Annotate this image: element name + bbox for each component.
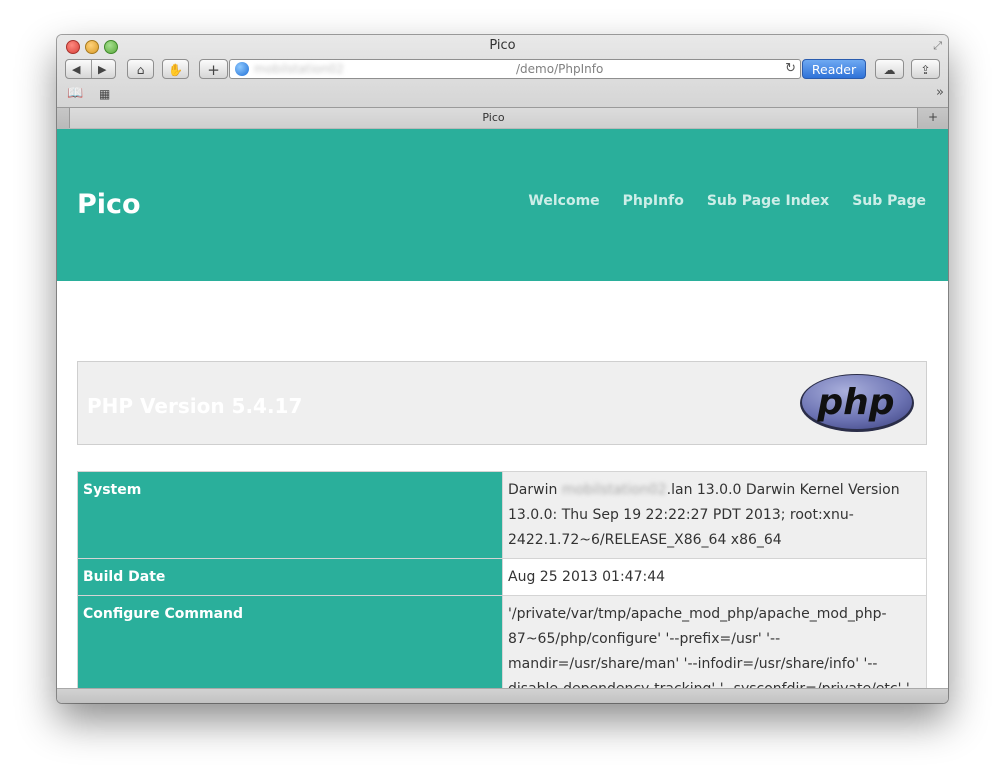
table-row: Configure Command '/private/var/tmp/apac… [77, 595, 927, 689]
php-version-banner: PHP Version 5.4.17 php [77, 361, 927, 445]
row-key: Build Date [77, 558, 503, 596]
fullscreen-icon[interactable]: ⤢ [933, 39, 942, 53]
nav-link-sub-page[interactable]: Sub Page [852, 193, 926, 209]
site-logo[interactable]: Pico [77, 189, 141, 220]
php-logo-text: php [816, 382, 894, 423]
plus-icon: + [207, 61, 220, 79]
reading-list-icon[interactable]: 📖 [67, 86, 83, 101]
cloud-icon: ☁ [883, 63, 896, 77]
share-icon: ⇪ [920, 63, 931, 77]
hand-icon: ✋ [168, 63, 183, 77]
window-title: Pico [489, 38, 516, 53]
browser-chrome: Pico ⤢ ◀ ▶ ⌂ ✋ + mobilstation02 /demo/Ph… [57, 35, 948, 129]
url-host: mobilstation02 [254, 62, 344, 76]
php-version-title: PHP Version 5.4.17 [87, 394, 303, 418]
reader-button[interactable]: Reader [802, 59, 866, 79]
page-viewport: Pico Welcome PhpInfo Sub Page Index Sub … [57, 129, 948, 689]
icloud-tabs-button[interactable]: ☁ [875, 59, 904, 79]
row-value: Darwin mobilstation02.lan 13.0.0 Darwin … [502, 471, 927, 559]
home-icon: ⌂ [136, 63, 145, 77]
phpinfo-table: System Darwin mobilstation02.lan 13.0.0 … [77, 471, 927, 689]
horizontal-scrollbar[interactable] [57, 688, 948, 703]
forward-icon[interactable]: ▶ [98, 60, 106, 80]
site-header: Pico Welcome PhpInfo Sub Page Index Sub … [57, 129, 948, 281]
site-nav: Welcome PhpInfo Sub Page Index Sub Page [528, 193, 926, 209]
add-bookmark-button[interactable]: + [199, 59, 228, 79]
reload-icon[interactable]: ↻ [785, 61, 796, 76]
nav-link-welcome[interactable]: Welcome [528, 193, 599, 209]
top-sites-icon[interactable]: ▦ [99, 87, 110, 101]
row-key: Configure Command [77, 595, 503, 689]
php-logo: php [800, 374, 914, 432]
more-bookmarks-icon[interactable]: » [936, 85, 944, 100]
table-row: System Darwin mobilstation02.lan 13.0.0 … [77, 471, 927, 559]
table-row: Build Date Aug 25 2013 01:47:44 [77, 558, 927, 596]
back-icon[interactable]: ◀ [72, 60, 80, 80]
tab-pico[interactable]: Pico [69, 108, 918, 128]
back-forward-control: ◀ ▶ [65, 59, 116, 79]
new-tab-icon[interactable]: + [928, 110, 938, 124]
address-bar[interactable]: mobilstation02 /demo/PhpInfo ↻ [229, 59, 801, 79]
row-value: '/private/var/tmp/apache_mod_php/apache_… [502, 595, 927, 689]
row-key: System [77, 471, 503, 559]
home-button[interactable]: ⌂ [127, 59, 154, 79]
globe-icon [235, 62, 249, 76]
share-button[interactable]: ⇪ [911, 59, 940, 79]
nav-link-phpinfo[interactable]: PhpInfo [623, 193, 684, 209]
browser-window: Pico ⤢ ◀ ▶ ⌂ ✋ + mobilstation02 /demo/Ph… [57, 35, 948, 703]
redacted-hostname: mobilstation02 [561, 482, 667, 498]
tab-bar: Pico + [57, 107, 948, 129]
row-value: Aug 25 2013 01:47:44 [502, 558, 927, 596]
ad-block-button[interactable]: ✋ [162, 59, 189, 79]
url-path: /demo/PhpInfo [516, 62, 604, 76]
nav-link-sub-page-index[interactable]: Sub Page Index [707, 193, 829, 209]
